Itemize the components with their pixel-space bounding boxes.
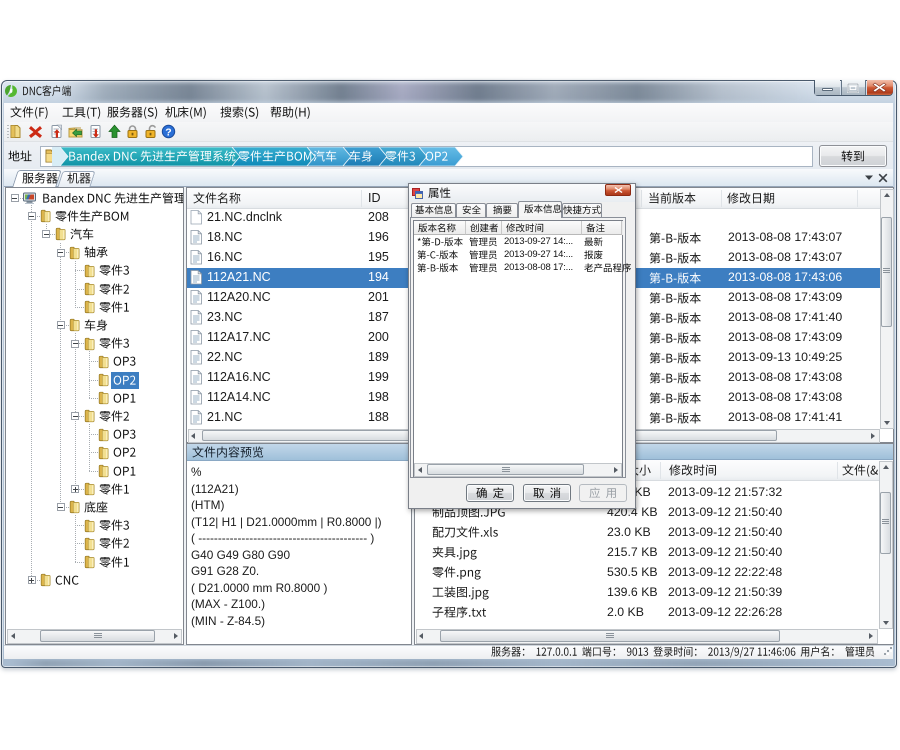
svg-text:?: ? xyxy=(165,126,171,138)
